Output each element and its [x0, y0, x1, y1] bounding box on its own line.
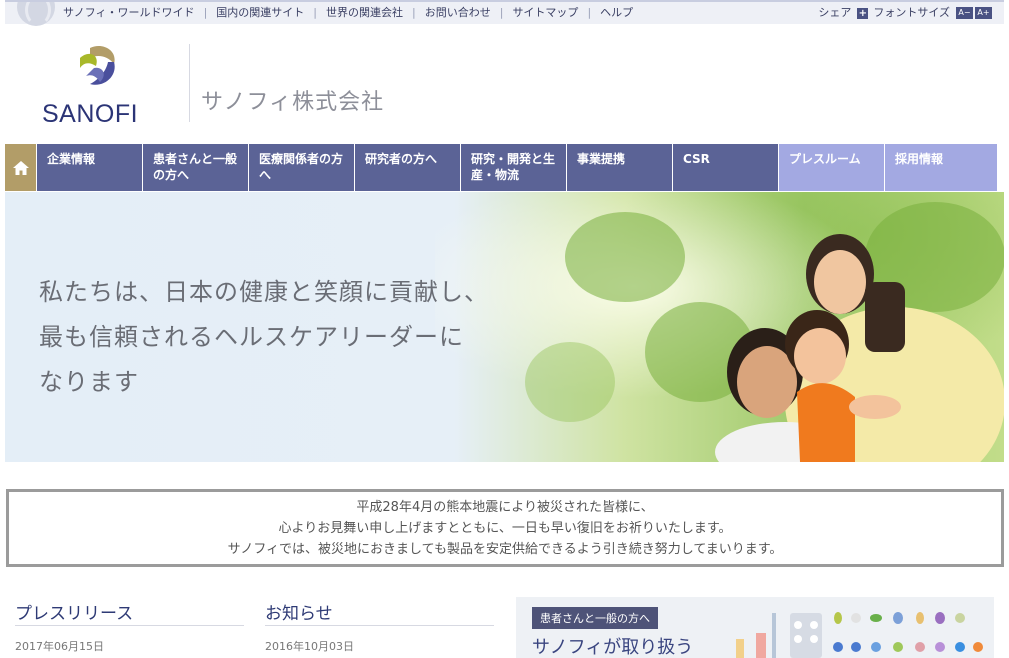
hero-line: 最も信頼されるヘルスケアリーダーに	[39, 323, 464, 351]
nav-item-partnering[interactable]: 事業提携	[567, 144, 673, 191]
divider	[265, 625, 494, 626]
sanofi-logo[interactable]: SANOFI	[40, 42, 144, 128]
util-link-worldwide[interactable]: サノフィ・ワールドワイド	[63, 5, 204, 21]
press-release-heading[interactable]: プレスリリース	[15, 599, 133, 624]
nav-item-csr[interactable]: CSR	[673, 144, 779, 191]
medicine-illustration	[736, 612, 983, 658]
share-plus-icon[interactable]: +	[857, 7, 869, 19]
nav-item-healthcare[interactable]: 医療関係者の方へ	[249, 144, 355, 191]
nav-item-corporate[interactable]: 企業情報	[37, 144, 143, 191]
font-size-small-button[interactable]: A−	[956, 7, 973, 19]
foliage-shape	[525, 342, 615, 422]
font-size-label: フォントサイズ	[873, 6, 950, 19]
utility-links: サノフィ・ワールドワイド | 国内の関連サイト | 世界の関連会社 | お問い合わせ |…	[63, 5, 642, 21]
hero-message: 私たちは、日本の健康と笑顔に貢献し、 最も信頼されるヘルスケアリーダーに なりま…	[39, 270, 489, 405]
main-nav: 企業情報 患者さんと一般の方へ 医療関係者の方へ 研究者の方へ 研究・開発と生産…	[5, 144, 1004, 191]
products-promo[interactable]: 患者さんと一般の方へ サノフィが取り扱う	[516, 597, 994, 658]
hero-line: 私たちは、日本の健康と笑顔に貢献し、	[39, 278, 489, 306]
nav-item-pressroom[interactable]: プレスルーム	[779, 144, 885, 191]
util-link-domestic-sites[interactable]: 国内の関連サイト	[207, 5, 313, 21]
news-date: 2016年10月03日	[265, 640, 354, 653]
sanofi-logo-mark	[80, 45, 115, 85]
press-release-date: 2017年06月15日	[15, 640, 104, 653]
hero-banner[interactable]: 私たちは、日本の健康と笑顔に貢献し、 最も信頼されるヘルスケアリーダーに なりま…	[5, 192, 1004, 462]
util-link-sitemap[interactable]: サイトマップ	[503, 5, 587, 21]
home-icon	[12, 160, 29, 175]
nav-item-researchers[interactable]: 研究者の方へ	[355, 144, 461, 191]
news-heading[interactable]: お知らせ	[265, 599, 333, 624]
util-link-contact[interactable]: お問い合わせ	[416, 5, 500, 21]
globe-icon	[17, 2, 57, 26]
font-size-large-button[interactable]: A+	[975, 7, 992, 19]
notice-line: サノフィでは、被災地におきましても製品を安定供給できるよう引き続き努力してまいり…	[227, 542, 783, 557]
promo-title: サノフィが取り扱う	[532, 637, 694, 658]
family-photo	[715, 234, 1004, 462]
foliage-shape	[565, 212, 685, 302]
header-divider	[189, 44, 190, 122]
hero-line: なります	[39, 368, 139, 396]
company-name: サノフィ株式会社	[201, 90, 385, 115]
utility-right: シェア + フォントサイズ A− A+	[818, 5, 992, 21]
util-link-help[interactable]: ヘルプ	[591, 5, 642, 21]
utility-bar: サノフィ・ワールドワイド | 国内の関連サイト | 世界の関連会社 | お問い合わせ |…	[5, 0, 1004, 26]
promo-badge: 患者さんと一般の方へ	[532, 607, 658, 629]
notice-line: 心よりお見舞い申し上げますとともに、一日も早い復旧をお祈りいたします。	[278, 521, 732, 536]
share-label[interactable]: シェア	[818, 5, 851, 21]
nav-item-rd[interactable]: 研究・開発と生産・物流	[461, 144, 567, 191]
divider	[15, 625, 244, 626]
nav-item-careers[interactable]: 採用情報	[885, 144, 997, 191]
nav-home[interactable]	[5, 144, 37, 191]
logo-text: SANOFI	[42, 100, 139, 128]
notice-line: 平成28年4月の熊本地震により被災された皆様に、	[356, 500, 654, 515]
earthquake-notice: 平成28年4月の熊本地震により被災された皆様に、 心よりお見舞い申し上げますとと…	[6, 489, 1004, 567]
util-link-global-affiliates[interactable]: 世界の関連会社	[317, 5, 412, 21]
nav-item-patients[interactable]: 患者さんと一般の方へ	[143, 144, 249, 191]
